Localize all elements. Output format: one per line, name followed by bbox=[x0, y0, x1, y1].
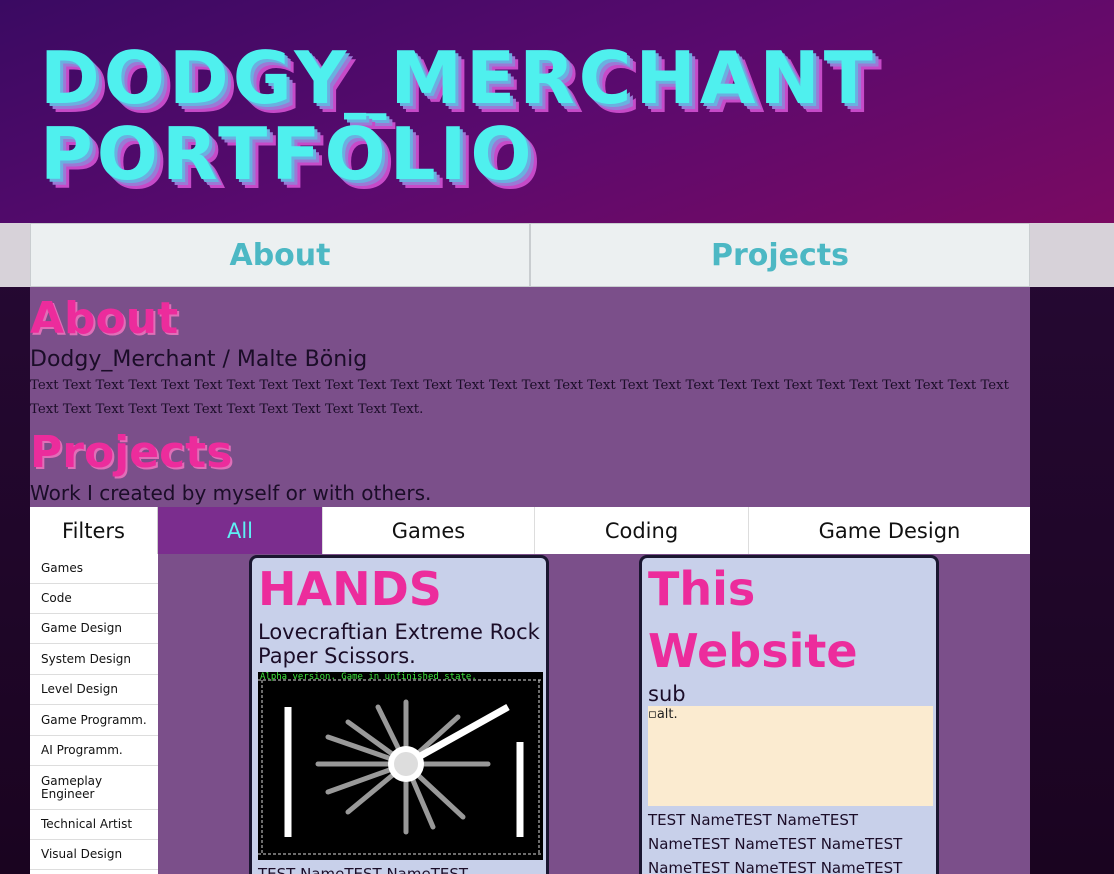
about-subtitle: Dodgy_Merchant / Malte Bönig bbox=[30, 347, 368, 372]
card-subtitle: sub bbox=[648, 682, 686, 706]
main-nav: About Projects bbox=[30, 223, 1030, 287]
filter-sidebar: Games Code Game Design System Design Lev… bbox=[30, 554, 158, 874]
filter-bar: Filters All Games Coding Game Design bbox=[30, 507, 1030, 554]
filter-tab-games[interactable]: Games bbox=[323, 507, 535, 554]
hands-artwork-icon bbox=[258, 672, 543, 860]
card-image-note: Alpha version. Game in unfinished state. bbox=[260, 672, 477, 682]
nav-about[interactable]: About bbox=[30, 223, 530, 287]
filter-games[interactable]: Games bbox=[30, 554, 158, 584]
broken-image-icon: ▫ bbox=[648, 707, 657, 722]
filter-tab-all[interactable]: All bbox=[158, 507, 323, 554]
filter-tab-coding[interactable]: Coding bbox=[535, 507, 749, 554]
project-card-this-website[interactable]: This Website sub ▫alt. TEST NameTEST Nam… bbox=[639, 555, 939, 874]
filters-label: Filters bbox=[30, 507, 158, 554]
main-content: About Dodgy_Merchant / Malte Bönig Text … bbox=[30, 287, 1030, 874]
nav-projects[interactable]: Projects bbox=[530, 223, 1030, 287]
card-title: This Website bbox=[648, 562, 858, 678]
filter-ai-programming[interactable]: AI Programm. bbox=[30, 736, 158, 766]
site-title: Dodgy_Merchant Portfōlio bbox=[40, 36, 877, 196]
about-text: Text Text Text Text Text Text Text Text … bbox=[30, 378, 1010, 417]
filter-code[interactable]: Code bbox=[30, 584, 158, 614]
filter-game-programming[interactable]: Game Programm. bbox=[30, 705, 158, 736]
card-footer: TEST NameTEST NameTEST bbox=[258, 865, 469, 874]
header: Dodgy_Merchant Portfōlio bbox=[0, 0, 1114, 223]
hands-game-screenshot: Alpha version. Game in unfinished state. bbox=[258, 672, 543, 860]
filter-level-design[interactable]: Level Design bbox=[30, 675, 158, 705]
card-title: HANDS bbox=[258, 562, 442, 616]
filter-game-design[interactable]: Game Design bbox=[30, 614, 158, 644]
about-heading: About bbox=[30, 293, 179, 344]
card-footer: TEST NameTEST NameTEST NameTEST NameTEST… bbox=[648, 811, 903, 874]
card-image-alt: alt. bbox=[656, 707, 678, 722]
filter-system-design[interactable]: System Design bbox=[30, 644, 158, 675]
project-card-hands[interactable]: HANDS Lovecraftian Extreme Rock Paper Sc… bbox=[249, 555, 549, 874]
filter-technical-artist[interactable]: Technical Artist bbox=[30, 810, 158, 840]
card-image-placeholder: ▫alt. bbox=[648, 706, 933, 806]
filter-tab-game-design[interactable]: Game Design bbox=[749, 507, 1030, 554]
projects-subtitle: Work I created by myself or with others. bbox=[30, 481, 432, 505]
filter-gameplay-engineer[interactable]: Gameplay Engineer bbox=[30, 766, 158, 810]
projects-heading: Projects bbox=[30, 427, 233, 478]
filter-visual-design[interactable]: Visual Design bbox=[30, 840, 158, 870]
card-subtitle: Lovecraftian Extreme Rock Paper Scissors… bbox=[258, 620, 540, 668]
